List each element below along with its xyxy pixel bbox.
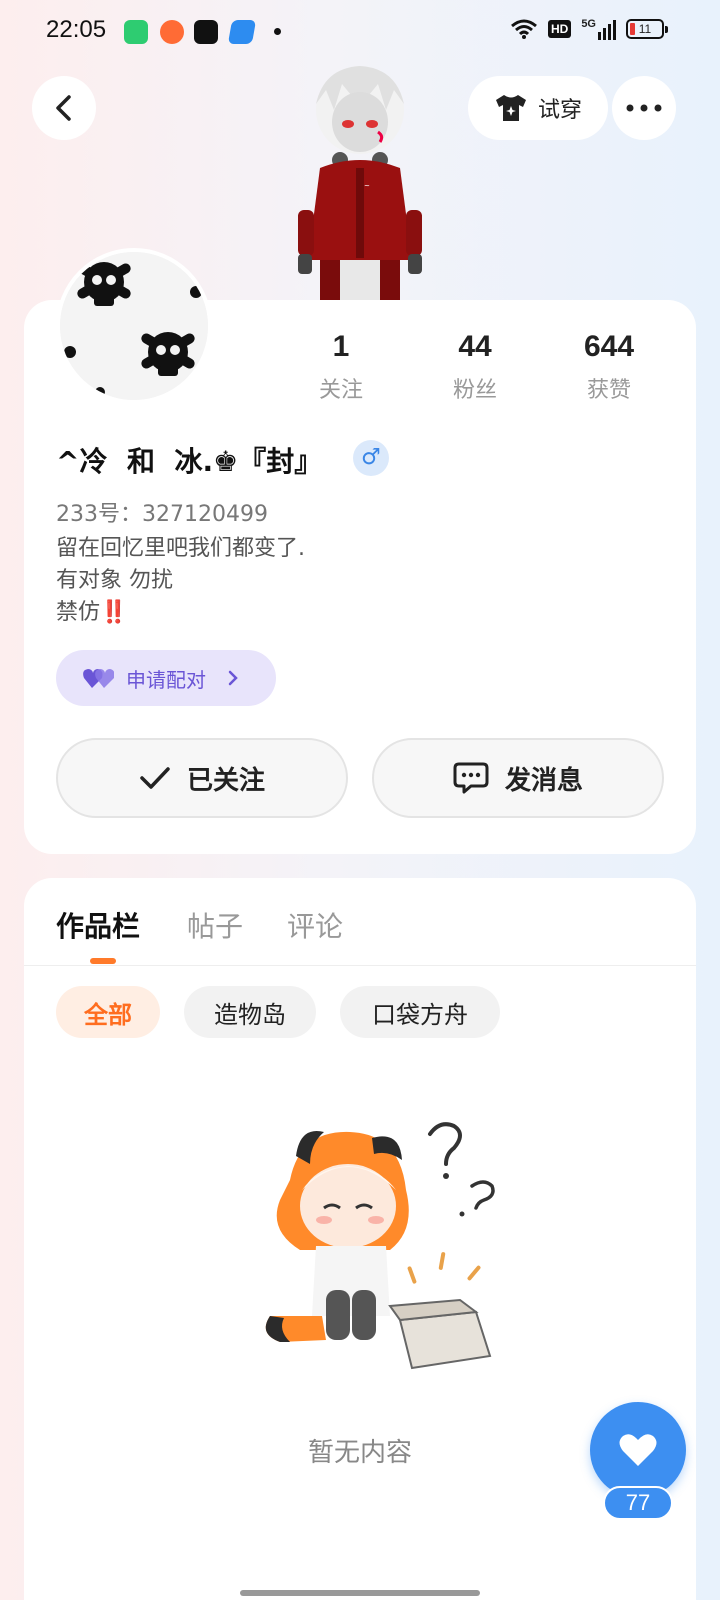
- try-on-button[interactable]: 试穿: [468, 76, 608, 140]
- like-count-badge: 77: [603, 1486, 673, 1520]
- status-time: 22:05: [46, 16, 107, 43]
- home-indicator[interactable]: [240, 1590, 480, 1596]
- following-label: 关注: [318, 378, 363, 403]
- try-on-label: 试穿: [537, 98, 582, 123]
- filter-all[interactable]: 全部: [56, 986, 160, 1038]
- tshirt-icon: [495, 95, 526, 121]
- more-button[interactable]: [612, 76, 676, 140]
- tab-posts[interactable]: 帖子: [187, 905, 243, 945]
- status-bar: 22:05 HD 5G 11: [0, 0, 720, 64]
- profile-nickname: ^冷 和 冰.♚『封』: [56, 445, 323, 478]
- empty-state-illustration: [265, 1122, 495, 1370]
- battery-saver-app-icon: [124, 20, 148, 44]
- status-right: HD 5G 11: [510, 18, 668, 40]
- following-count: 1: [332, 330, 350, 363]
- back-button[interactable]: [32, 76, 96, 140]
- svg-text:~: ~: [364, 182, 370, 190]
- tab-works[interactable]: 作品栏: [56, 905, 140, 945]
- more-dots-icon: [626, 104, 662, 112]
- bio-line-3: 禁仿‼️: [56, 594, 127, 626]
- fans-label: 粉丝: [452, 378, 497, 403]
- request-match-label: 申请配对: [126, 667, 206, 692]
- profile-avatar[interactable]: [56, 248, 212, 404]
- filter-pocket-ark[interactable]: 口袋方舟: [340, 986, 500, 1038]
- followed-label: 已关注: [186, 765, 265, 796]
- tiktok-app-icon: [194, 20, 218, 44]
- chevron-right-icon: [228, 670, 238, 686]
- stat-likes[interactable]: 644 获赞: [549, 330, 669, 404]
- skull-pattern-image: [60, 252, 208, 400]
- hd-badge: HD: [547, 20, 572, 38]
- send-message-button[interactable]: 发消息: [372, 738, 664, 818]
- user-id[interactable]: 233号：327120499: [56, 496, 268, 528]
- likes-count: 644: [583, 330, 635, 363]
- chevron-left-icon: [56, 95, 71, 121]
- tab-divider: [24, 965, 696, 966]
- stat-fans[interactable]: 44 粉丝: [415, 330, 535, 404]
- network-label: 5G: [581, 18, 596, 30]
- fans-count: 44: [458, 330, 492, 363]
- character-avatar[interactable]: ~: [290, 60, 430, 300]
- signal-icon: 5G: [581, 18, 616, 40]
- tab-active-indicator: [90, 958, 116, 964]
- send-message-label: 发消息: [504, 765, 583, 796]
- tab-comments[interactable]: 评论: [287, 905, 343, 945]
- hearts-icon: [83, 669, 114, 688]
- likes-label: 获赞: [586, 378, 631, 403]
- feather-app-icon: [227, 20, 257, 44]
- male-gender-icon: ♂: [353, 440, 389, 476]
- warning-emoji: ‼️: [100, 600, 128, 625]
- filter-creation-island[interactable]: 造物岛: [184, 986, 316, 1038]
- weibo-app-icon: [160, 20, 184, 44]
- check-icon: [140, 767, 170, 789]
- heart-icon: [619, 1434, 657, 1466]
- request-match-button[interactable]: 申请配对: [56, 650, 276, 706]
- bio-line-1: 留在回忆里吧我们都变了.: [56, 536, 305, 561]
- stat-following[interactable]: 1 关注: [281, 330, 401, 404]
- followed-button[interactable]: 已关注: [56, 738, 348, 818]
- bio-line-3-text: 禁仿: [56, 600, 101, 625]
- notification-dot: [274, 28, 281, 35]
- battery-level: 11: [638, 22, 652, 36]
- chat-bubble-icon: [453, 762, 489, 794]
- battery-icon: 11: [626, 19, 668, 39]
- like-button[interactable]: [590, 1402, 686, 1498]
- wifi-icon: [511, 19, 537, 39]
- bio-line-2: 有对象 勿扰: [56, 568, 173, 593]
